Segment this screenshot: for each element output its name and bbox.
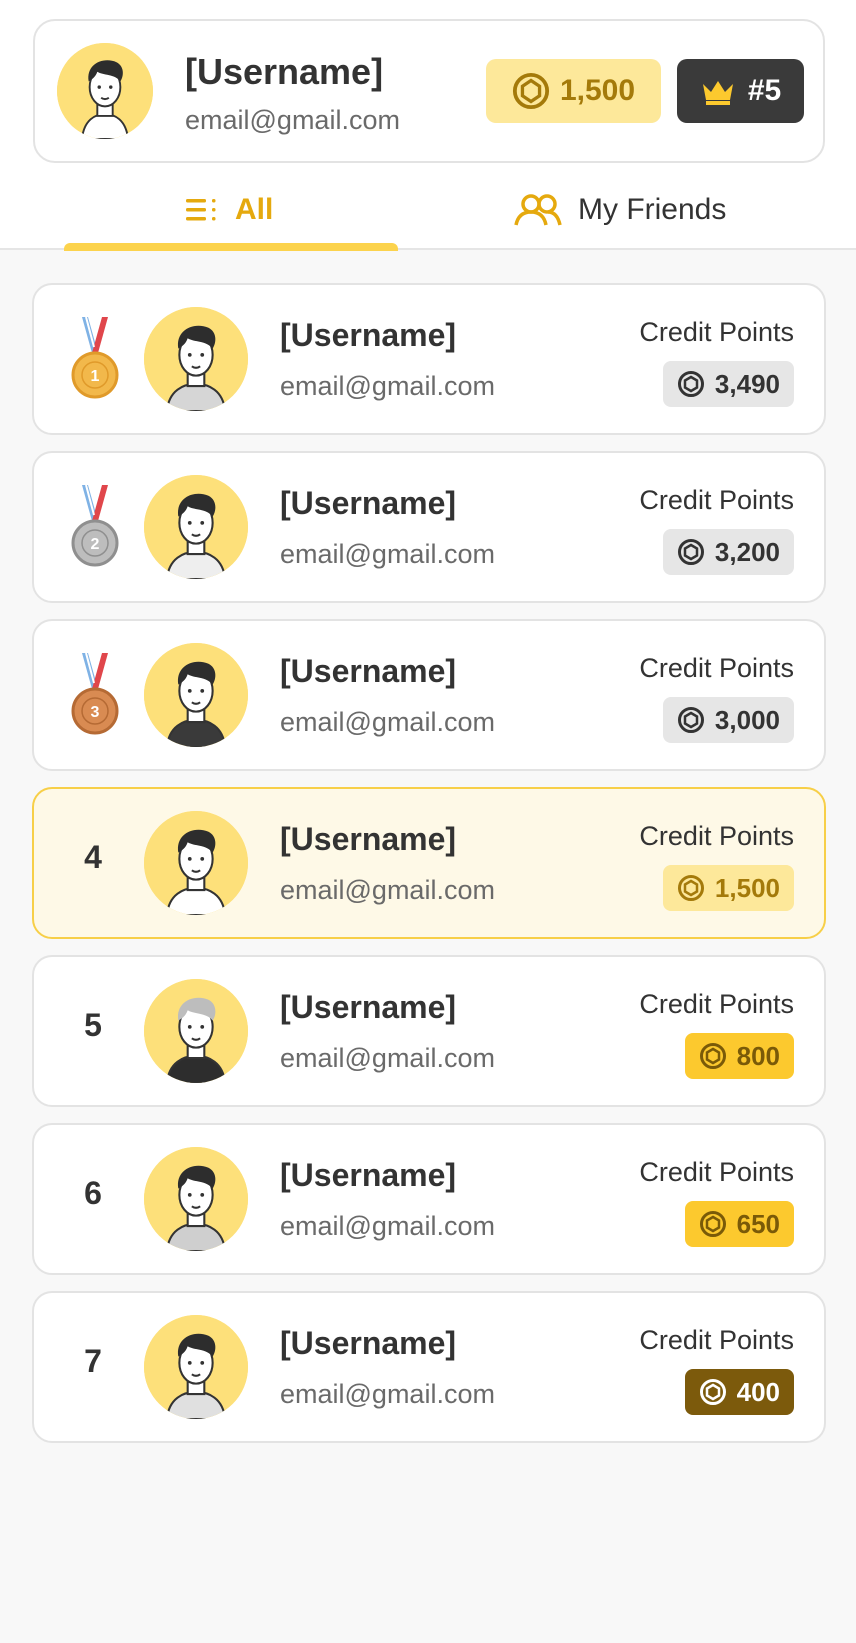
credit-points-badge: 800 bbox=[684, 1033, 794, 1079]
avatar-illustration bbox=[144, 979, 248, 1083]
row-email: email@gmail.com bbox=[280, 1211, 495, 1241]
credit-points-label: Credit Points bbox=[639, 653, 794, 683]
row-email: email@gmail.com bbox=[280, 371, 495, 401]
row-email: email@gmail.com bbox=[280, 539, 495, 569]
crown-icon bbox=[702, 81, 733, 105]
tab-all[interactable]: All bbox=[185, 185, 273, 235]
row-username: [Username] bbox=[280, 1157, 457, 1193]
credit-points-label: Credit Points bbox=[639, 317, 794, 347]
avatar-illustration bbox=[144, 643, 248, 747]
profile-card: [Username] email@gmail.com 1,500 #5 bbox=[33, 19, 825, 163]
leaderboard-row[interactable]: 3 [Username] email@gmail.com Credit Poin… bbox=[32, 619, 826, 771]
row-username: [Username] bbox=[280, 485, 457, 521]
credit-points-label: Credit Points bbox=[639, 485, 794, 515]
credit-coin-icon bbox=[699, 1043, 726, 1069]
row-username: [Username] bbox=[280, 989, 457, 1025]
rank-number: 7 bbox=[84, 1343, 102, 1379]
rank-badge: #5 bbox=[677, 59, 804, 123]
leaderboard-row[interactable]: 2 [Username] email@gmail.com Credit Poin… bbox=[32, 451, 826, 603]
leaderboard-row[interactable]: 5 [Username] email@gmail.com Credit Poin… bbox=[32, 955, 826, 1107]
row-username: [Username] bbox=[280, 821, 457, 857]
avatar[interactable] bbox=[144, 643, 248, 747]
credit-points-badge: 1,500 bbox=[662, 865, 794, 911]
coin-balance-value: 1,500 bbox=[559, 74, 636, 107]
leaderboard-row[interactable]: 6 [Username] email@gmail.com Credit Poin… bbox=[32, 1123, 826, 1275]
coin-icon bbox=[512, 72, 550, 110]
svg-text:3: 3 bbox=[91, 704, 100, 721]
avatar-illustration bbox=[144, 307, 248, 411]
row-email: email@gmail.com bbox=[280, 1379, 495, 1409]
avatar-illustration bbox=[144, 1315, 248, 1419]
credit-points-value: 3,200 bbox=[714, 536, 780, 567]
svg-text:2: 2 bbox=[91, 536, 100, 553]
silver-medal-icon: 2 bbox=[71, 485, 119, 567]
leaderboard-row[interactable]: 4 [Username] email@gmail.com Credit Poin… bbox=[32, 787, 826, 939]
credit-coin-icon bbox=[677, 707, 704, 733]
credit-points-label: Credit Points bbox=[639, 1325, 794, 1355]
rank-number: 4 bbox=[84, 839, 102, 875]
avatar[interactable] bbox=[57, 43, 153, 139]
credit-points-badge: 650 bbox=[684, 1201, 794, 1247]
credit-points-value: 3,000 bbox=[714, 704, 780, 735]
avatar[interactable] bbox=[144, 475, 248, 579]
credit-points-value: 1,500 bbox=[714, 872, 780, 903]
tab-my-friends[interactable]: My Friends bbox=[514, 185, 726, 235]
leaderboard-row[interactable]: 7 [Username] email@gmail.com Credit Poin… bbox=[32, 1291, 826, 1443]
row-email: email@gmail.com bbox=[280, 707, 495, 737]
profile-email: email@gmail.com bbox=[185, 105, 400, 135]
row-username: [Username] bbox=[280, 317, 457, 353]
avatar[interactable] bbox=[144, 1147, 248, 1251]
credit-points-badge: 3,200 bbox=[662, 529, 794, 575]
credit-points-value: 650 bbox=[736, 1208, 780, 1239]
avatar-illustration bbox=[144, 811, 248, 915]
rank-number: 5 bbox=[84, 1007, 102, 1043]
tab-all-label: All bbox=[235, 193, 274, 226]
rank-value: #5 bbox=[747, 74, 782, 107]
row-username: [Username] bbox=[280, 653, 457, 689]
active-tab-indicator bbox=[64, 243, 398, 251]
avatar-illustration bbox=[144, 1147, 248, 1251]
avatar[interactable] bbox=[144, 979, 248, 1083]
coin-balance-badge: 1,500 bbox=[486, 59, 661, 123]
tab-my-friends-label: My Friends bbox=[578, 193, 727, 226]
avatar-illustration bbox=[144, 475, 248, 579]
avatar-illustration bbox=[57, 43, 153, 139]
svg-text:1: 1 bbox=[91, 368, 100, 385]
credit-points-label: Credit Points bbox=[639, 1157, 794, 1187]
list-icon bbox=[186, 199, 216, 221]
credit-points-badge: 3,490 bbox=[662, 361, 794, 407]
credit-points-badge: 400 bbox=[684, 1369, 794, 1415]
credit-points-value: 3,490 bbox=[714, 368, 780, 399]
avatar[interactable] bbox=[144, 307, 248, 411]
credit-points-label: Credit Points bbox=[639, 989, 794, 1019]
avatar[interactable] bbox=[144, 811, 248, 915]
avatar[interactable] bbox=[144, 1315, 248, 1419]
credit-points-badge: 3,000 bbox=[662, 697, 794, 743]
credit-points-value: 400 bbox=[736, 1376, 780, 1407]
friends-icon bbox=[514, 194, 562, 226]
gold-medal-icon: 1 bbox=[71, 317, 119, 399]
credit-coin-icon bbox=[677, 875, 704, 901]
row-username: [Username] bbox=[280, 1325, 457, 1361]
credit-coin-icon bbox=[699, 1211, 726, 1237]
row-email: email@gmail.com bbox=[280, 1043, 495, 1073]
credit-coin-icon bbox=[699, 1379, 726, 1405]
rank-number: 6 bbox=[84, 1175, 102, 1211]
credit-coin-icon bbox=[677, 539, 704, 565]
leaderboard-row[interactable]: 1 [Username] email@gmail.com Credit Poin… bbox=[32, 283, 826, 435]
credit-coin-icon bbox=[677, 371, 704, 397]
bronze-medal-icon: 3 bbox=[71, 653, 119, 735]
credit-points-value: 800 bbox=[736, 1040, 780, 1071]
row-email: email@gmail.com bbox=[280, 875, 495, 905]
profile-username: [Username] bbox=[185, 51, 384, 92]
credit-points-label: Credit Points bbox=[639, 821, 794, 851]
